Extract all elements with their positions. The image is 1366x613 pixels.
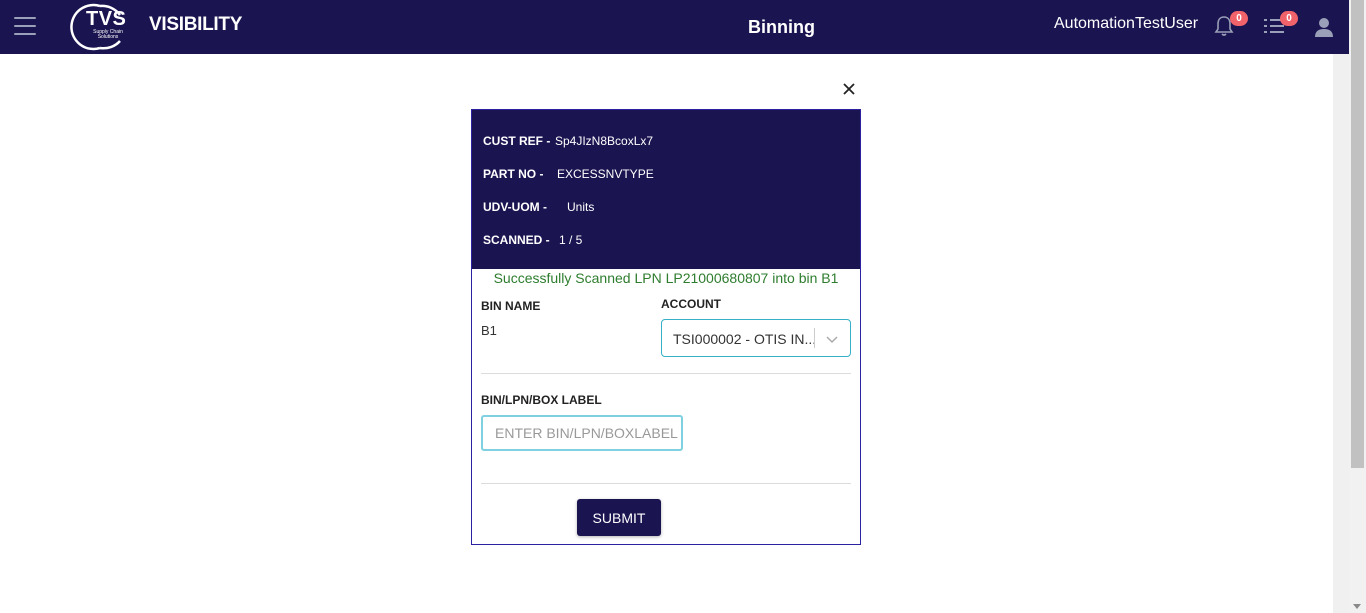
scanned-row: SCANNED - 1 / 5 <box>483 233 582 247</box>
part-no-label: PART NO - <box>483 167 544 181</box>
logo-subtext: Supply Chain Solutions <box>93 29 123 40</box>
bin-name-label: BIN NAME <box>481 299 541 313</box>
cust-ref-value: Sp4JIzN8BcoxLx7 <box>555 134 654 148</box>
success-message: Successfully Scanned LPN LP21000680807 i… <box>493 270 839 286</box>
username[interactable]: AutomationTestUser <box>1054 15 1198 33</box>
divider <box>481 483 851 484</box>
submit-button[interactable]: SUBMIT <box>577 499 661 536</box>
scanned-label: SCANNED - <box>483 233 550 247</box>
page-gutter <box>1333 54 1349 613</box>
part-no-row: PART NO - EXCESSNVTYPE <box>483 167 654 181</box>
udv-uom-value: Units <box>567 200 595 214</box>
close-icon[interactable] <box>840 80 858 98</box>
divider <box>481 373 851 374</box>
part-no-value: EXCESSNVTYPE <box>557 167 654 181</box>
bin-name-value: B1 <box>481 323 497 338</box>
scroll-down-arrow-icon[interactable] <box>1353 604 1361 609</box>
udv-uom-label: UDV-UOM - <box>483 200 547 214</box>
page-title: Binning <box>748 17 815 37</box>
cust-ref-label: CUST REF - <box>483 134 551 148</box>
cust-ref-row: CUST REF - Sp4JIzN8BcoxLx7 <box>483 134 653 148</box>
select-separator <box>814 328 815 348</box>
notifications-button[interactable]: 0 <box>1212 11 1248 40</box>
top-navbar: TVS Supply Chain Solutions VISIBILITY Bi… <box>0 0 1366 54</box>
tasks-button[interactable]: 0 <box>1262 11 1298 40</box>
notifications-badge: 0 <box>1230 11 1248 26</box>
user-icon <box>1315 18 1333 37</box>
scanned-value: 1 / 5 <box>559 233 583 247</box>
bin-label-label: BIN/LPN/BOX LABEL <box>481 393 602 407</box>
app-name: VISIBILITY <box>149 14 243 35</box>
chevron-down-icon[interactable] <box>825 332 839 346</box>
binning-modal: CUST REF - Sp4JIzN8BcoxLx7 PART NO - EXC… <box>471 109 861 545</box>
user-menu-button[interactable] <box>1313 16 1339 42</box>
scrollbar-thumb[interactable] <box>1351 0 1364 468</box>
bin-label-input[interactable] <box>481 415 683 451</box>
tasks-badge: 0 <box>1280 11 1298 26</box>
account-select-value: TSI000002 - OTIS IN... <box>673 331 817 347</box>
menu-icon[interactable] <box>14 17 36 37</box>
item-info-panel: CUST REF - Sp4JIzN8BcoxLx7 PART NO - EXC… <box>472 110 860 269</box>
vertical-scrollbar[interactable] <box>1349 0 1366 613</box>
logo-text: TVS <box>86 8 127 30</box>
account-label: ACCOUNT <box>661 297 721 311</box>
udv-uom-row: UDV-UOM - Units <box>483 200 594 214</box>
account-select[interactable]: TSI000002 - OTIS IN... <box>661 319 851 357</box>
